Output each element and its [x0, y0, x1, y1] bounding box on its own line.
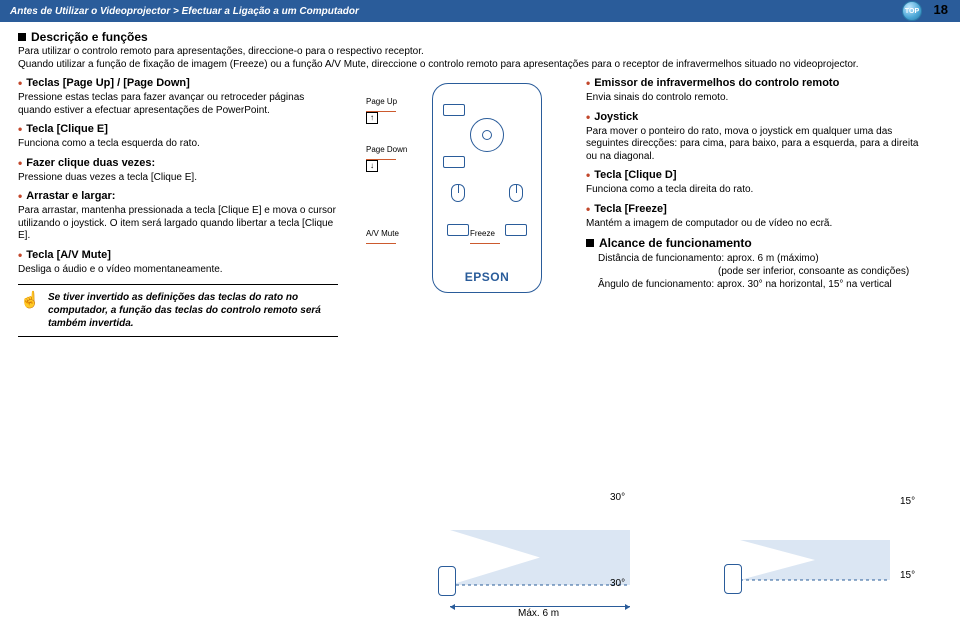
heading-bullet-icon	[18, 33, 26, 41]
angle-30-bottom: 30°	[610, 578, 625, 589]
tip-callout: ☝ Se tiver invertido as definições das t…	[18, 284, 338, 337]
section-title: Descrição e funções	[31, 30, 148, 44]
right-column: • Emissor de infravermelhos do controlo r…	[586, 77, 926, 337]
distance-arrow	[450, 606, 630, 607]
feature-desc: Pressione duas vezes a tecla [Clique E].	[18, 172, 338, 185]
up-arrow-icon: ↑	[366, 112, 378, 124]
remote-mini-icon	[438, 566, 456, 596]
feature-desc: Para mover o ponteiro do rato, mova o jo…	[586, 126, 926, 164]
feature-desc: Envia sinais do controlo remoto.	[586, 92, 926, 105]
top-nav-icon[interactable]: TOP	[902, 1, 922, 21]
tip-text: Se tiver invertido as definições das tec…	[48, 292, 321, 329]
feature-title: Teclas [Page Up] / [Page Down]	[26, 77, 190, 89]
left-column: • Teclas [Page Up] / [Page Down] Pression…	[18, 77, 338, 337]
bullet-icon: •	[586, 169, 590, 181]
feature-item: • Joystick Para mover o ponteiro do rato,…	[586, 111, 926, 164]
bullet-icon: •	[586, 203, 590, 215]
feature-item: • Arrastar e largar: Para arrastar, mante…	[18, 190, 338, 243]
feature-desc: Desliga o áudio e o vídeo momentaneament…	[18, 264, 338, 277]
feature-item: • Teclas [Page Up] / [Page Down] Pression…	[18, 77, 338, 117]
feature-title: Tecla [Clique E]	[26, 123, 108, 135]
breadcrumb-bar: Antes de Utilizar o Videoprojector > Efe…	[0, 0, 960, 22]
page-number: 18	[934, 2, 948, 17]
feature-title: Arrastar e largar:	[26, 190, 115, 202]
bullet-icon: •	[586, 77, 590, 89]
label-av-mute: A/V Mute	[366, 229, 399, 244]
angle-30-top: 30°	[610, 492, 625, 503]
feature-title: Emissor de infravermelhos do controlo re…	[594, 77, 839, 89]
bullet-icon: •	[18, 123, 22, 135]
bullet-icon: •	[18, 249, 22, 261]
feature-title: Tecla [Clique D]	[594, 169, 676, 181]
intro-paragraph: Para utilizar o controlo remoto para apr…	[18, 46, 942, 71]
down-arrow-icon: ↓	[366, 160, 378, 172]
feature-desc: Mantém a imagem de computador ou de víde…	[586, 218, 926, 231]
label-page-down: Page Down ↓	[366, 145, 407, 172]
freeze-button-icon	[505, 224, 527, 236]
page-up-button-icon	[443, 104, 465, 116]
breadcrumb: Antes de Utilizar o Videoprojector > Efe…	[10, 6, 359, 17]
feature-item: • Tecla [Freeze] Mantém a imagem de compu…	[586, 203, 926, 231]
heading-bullet-icon	[586, 239, 594, 247]
bullet-icon: •	[18, 157, 22, 169]
av-mute-button-icon	[447, 224, 469, 236]
feature-item: • Tecla [Clique D] Funciona como a tecla …	[586, 169, 926, 197]
feature-desc: Funciona como a tecla direita do rato.	[586, 184, 926, 197]
three-column-layout: • Teclas [Page Up] / [Page Down] Pression…	[18, 77, 942, 337]
angle-15-top: 15°	[900, 496, 915, 507]
range-text: Distância de funcionamento: aprox. 6 m (…	[586, 252, 926, 291]
feature-item: • Tecla [A/V Mute] Desliga o áudio e o ví…	[18, 249, 338, 277]
joystick-icon	[470, 118, 504, 152]
bullet-icon: •	[18, 190, 22, 202]
remote-outline: EPSON	[432, 83, 542, 293]
section-heading-row: Descrição e funções	[18, 30, 942, 44]
right-click-icon	[509, 184, 523, 202]
range-heading-row: Alcance de funcionamento	[586, 236, 926, 250]
feature-item: • Tecla [Clique E] Funciona como a tecla …	[18, 123, 338, 151]
feature-title: Tecla [A/V Mute]	[26, 249, 111, 261]
remote-brand: EPSON	[433, 270, 541, 284]
hand-icon: ☝	[20, 291, 40, 312]
remote-diagram: EPSON Page Up ↑ Page Down ↓ A/V Mute	[362, 79, 562, 309]
page-down-button-icon	[443, 156, 465, 168]
bullet-icon: •	[18, 77, 22, 89]
left-click-icon	[451, 184, 465, 202]
feature-item: • Emissor de infravermelhos do controlo r…	[586, 77, 926, 105]
vertical-range-icon	[710, 490, 930, 610]
feature-title: Tecla [Freeze]	[594, 203, 667, 215]
feature-title: Joystick	[594, 111, 638, 123]
max-distance-label: Máx. 6 m	[518, 608, 559, 619]
feature-desc: Pressione estas teclas para fazer avança…	[18, 92, 338, 117]
remote-mini-icon	[724, 564, 742, 594]
page-content: Descrição e funções Para utilizar o cont…	[0, 22, 960, 341]
feature-item: • Fazer clique duas vezes: Pressione duas…	[18, 157, 338, 185]
label-page-up: Page Up ↑	[366, 97, 397, 124]
feature-desc: Para arrastar, mantenha pressionada a te…	[18, 205, 338, 243]
angle-15-bottom: 15°	[900, 570, 915, 581]
bullet-icon: •	[586, 111, 590, 123]
range-title: Alcance de funcionamento	[599, 236, 752, 250]
remote-diagram-column: EPSON Page Up ↑ Page Down ↓ A/V Mute	[352, 77, 572, 337]
label-freeze: Freeze	[470, 229, 500, 244]
feature-title: Fazer clique duas vezes:	[26, 157, 155, 169]
range-diagram: 30° 30° Máx. 6 m 15° 15°	[400, 490, 940, 620]
feature-desc: Funciona como a tecla esquerda do rato.	[18, 138, 338, 151]
